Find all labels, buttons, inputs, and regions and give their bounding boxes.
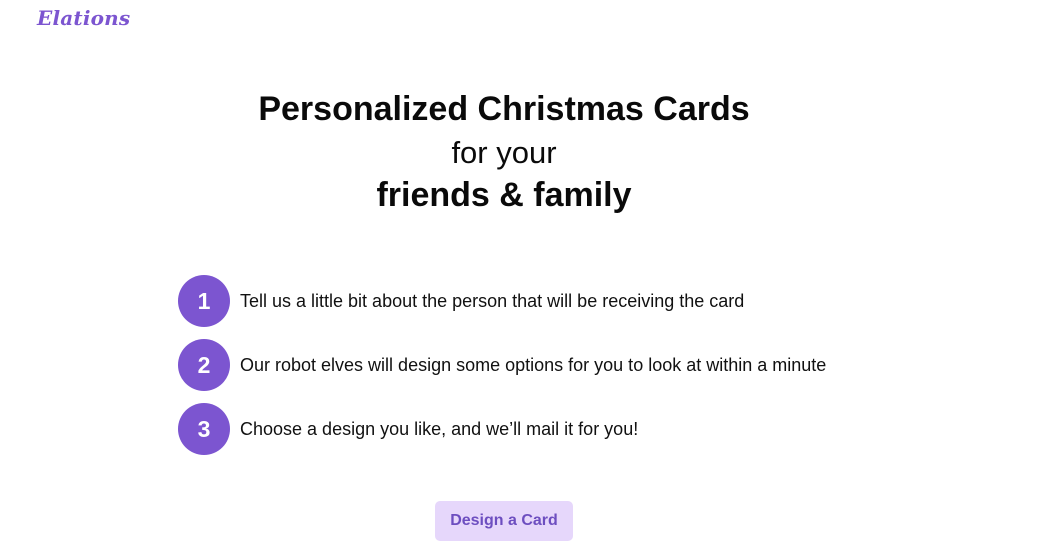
- hero-audience: friends & family: [376, 176, 632, 214]
- step-description: Our robot elves will design some options…: [240, 354, 827, 375]
- step-number-badge: 1: [178, 275, 230, 327]
- steps-list: 1 Tell us a little bit about the person …: [178, 275, 826, 467]
- hero-title: Personalized Christmas Cards: [258, 90, 750, 128]
- step-number-badge: 3: [178, 403, 230, 455]
- step-description: Tell us a little bit about the person th…: [240, 290, 745, 311]
- brand-logo[interactable]: Elations: [37, 6, 130, 30]
- step-item: 2 Our robot elves will design some optio…: [178, 339, 826, 391]
- step-item: 1 Tell us a little bit about the person …: [178, 275, 826, 327]
- hero-subtitle: for your: [451, 135, 557, 170]
- step-number-badge: 2: [178, 339, 230, 391]
- hero-heading: Personalized Christmas Cards for your fr…: [0, 88, 1008, 217]
- step-item: 3 Choose a design you like, and we’ll ma…: [178, 403, 826, 455]
- design-card-button[interactable]: Design a Card: [435, 501, 573, 541]
- step-description: Choose a design you like, and we’ll mail…: [240, 418, 639, 439]
